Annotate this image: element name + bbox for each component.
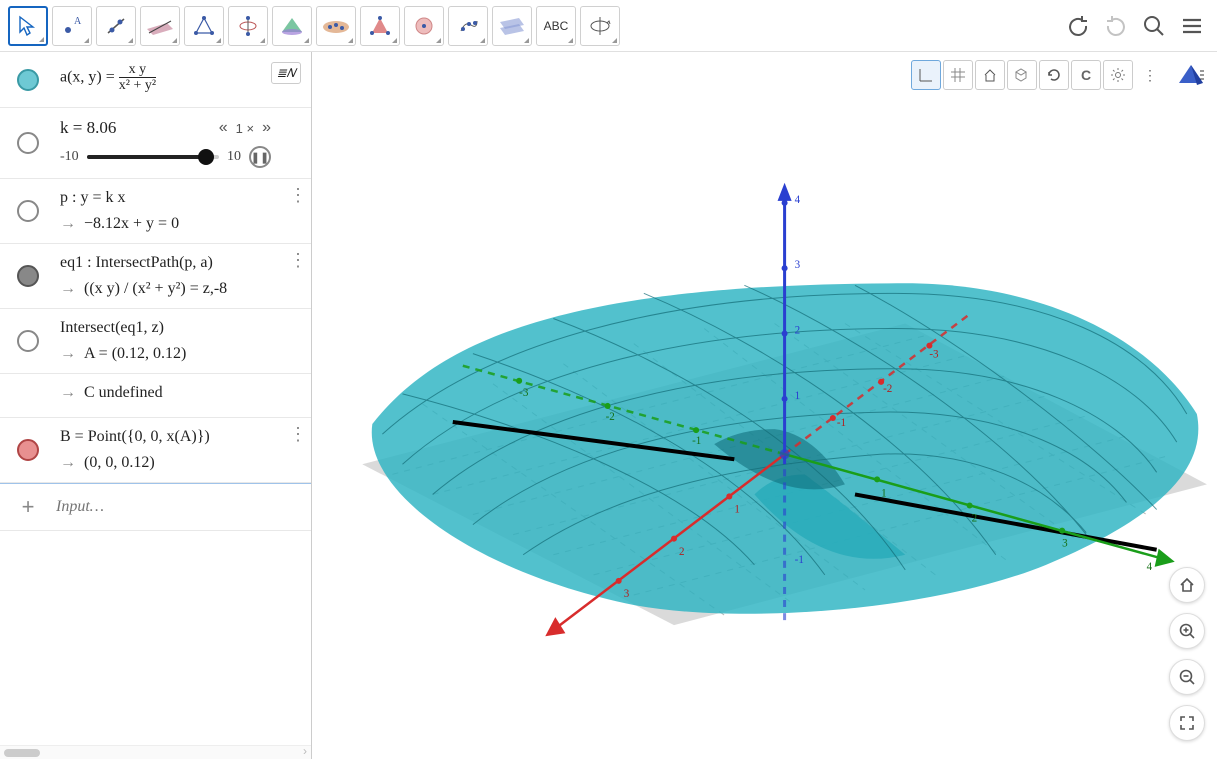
z-tick: -1 [795,554,804,566]
graphics-3d-view[interactable]: C ⋮ [312,52,1217,759]
z-tick: 4 [795,194,801,206]
intersect-solid-tool[interactable] [316,6,356,46]
home-view-icon[interactable] [1169,567,1205,603]
svg-text:1: 1 [881,487,887,499]
slider-track[interactable] [87,155,219,159]
add-object-icon[interactable]: + [0,494,56,520]
row-surface-a[interactable]: a(x, y) = x y x² + y² ≣𝑁 [0,52,311,108]
def-lhs: a(x, y) = [60,69,115,86]
menu-icon[interactable] [1175,9,1209,43]
def: eq1 : IntersectPath(p, a) [60,254,303,272]
cone-tool[interactable] [272,6,312,46]
plane-tool[interactable] [140,6,180,46]
view-controls [1169,567,1205,741]
text-tool[interactable]: ABC [536,6,576,46]
slider-prev-icon[interactable]: « [219,119,228,137]
svg-text:4: 4 [1147,561,1153,573]
def: Intersect(eq1, z) [60,319,303,337]
svg-text:-2: -2 [883,383,892,395]
svg-text:-2: -2 [606,411,615,423]
def: B = Point({0, 0, x(A)}) [60,428,303,446]
move-tool[interactable] [8,6,48,46]
output: C undefined [60,384,303,402]
pyramid-tool[interactable] [184,6,224,46]
fraction: x y x² + y² [119,62,156,94]
row-intersect[interactable]: Intersect(eq1, z) A = (0.12, 0.12) [0,309,311,374]
svg-text:-3: -3 [519,387,529,399]
plot-canvas[interactable]: 4 3 2 1 -1 1 2 3 -1 -2 -3 [312,52,1217,756]
output: −8.12x + y = 0 [60,215,303,233]
slider-label: k = 8.06 [60,118,116,138]
row-eq1[interactable]: ⋮ eq1 : IntersectPath(p, a) ((x y) / (x²… [0,244,311,309]
row-c-undefined[interactable]: C undefined [0,374,311,418]
output: A = (0.12, 0.12) [60,345,303,363]
row-line-p[interactable]: ⋮ p : y = k x −8.12x + y = 0 [0,179,311,244]
algebra-view: a(x, y) = x y x² + y² ≣𝑁 k = 8.06 « 1 × … [0,52,312,759]
expression-input[interactable] [56,498,311,516]
horizontal-scrollbar[interactable] [0,745,311,759]
svg-text:-3: -3 [929,349,939,361]
sphere-axis-tool[interactable] [228,6,268,46]
visibility-toggle[interactable] [17,330,39,352]
slider-next-icon[interactable]: » [262,119,271,137]
main-toolbar: A ABC [0,0,1217,52]
input-row: + [0,483,311,531]
locus-tool[interactable] [448,6,488,46]
circle3d-tool[interactable] [404,6,444,46]
play-pause-icon[interactable]: ❚❚ [249,146,271,168]
output: ((x y) / (x² + y²) = z,-8 [60,280,303,298]
svg-text:3: 3 [624,588,630,600]
redo-icon[interactable] [1099,9,1133,43]
text-tool-label: ABC [544,19,569,33]
row-slider-k[interactable]: k = 8.06 « 1 × » -10 10 ❚❚ [0,108,311,179]
more-icon[interactable]: ⋮ [289,250,305,271]
visibility-toggle[interactable] [17,132,39,154]
net-tool[interactable] [360,6,400,46]
slider-max: 10 [227,149,241,165]
svg-text:2: 2 [972,513,978,525]
zoom-in-icon[interactable] [1169,613,1205,649]
svg-text:A: A [74,16,82,27]
line-tool[interactable] [96,6,136,46]
more-icon[interactable]: ⋮ [289,424,305,445]
svg-text:3: 3 [1062,538,1068,550]
visibility-toggle[interactable] [17,439,39,461]
visibility-toggle[interactable] [17,200,39,222]
undo-icon[interactable] [1061,9,1095,43]
svg-text:2: 2 [679,546,685,558]
slider-speed[interactable]: 1 × [236,121,254,136]
z-tick: 1 [795,390,801,402]
fullscreen-icon[interactable] [1169,705,1205,741]
output: (0, 0, 0.12) [60,454,303,472]
slider-thumb-icon[interactable] [198,149,214,165]
more-icon[interactable]: ⋮ [289,185,305,206]
svg-text:-1: -1 [692,435,701,447]
search-icon[interactable] [1137,9,1171,43]
visibility-toggle[interactable] [17,265,39,287]
def: p : y = k x [60,189,303,207]
rotate-view-tool[interactable] [580,6,620,46]
zoom-out-icon[interactable] [1169,659,1205,695]
svg-text:1: 1 [734,504,740,516]
point-tool[interactable]: A [52,6,92,46]
svg-text:-1: -1 [837,417,846,429]
row-point-b[interactable]: ⋮ B = Point({0, 0, x(A)}) (0, 0, 0.12) [0,418,311,483]
visibility-toggle[interactable] [17,69,39,91]
slider-min: -10 [60,149,79,165]
parallel-planes-tool[interactable] [492,6,532,46]
symbolic-toggle[interactable]: ≣𝑁 [271,62,301,84]
z-tick: 3 [795,259,801,271]
z-tick: 2 [795,325,801,337]
